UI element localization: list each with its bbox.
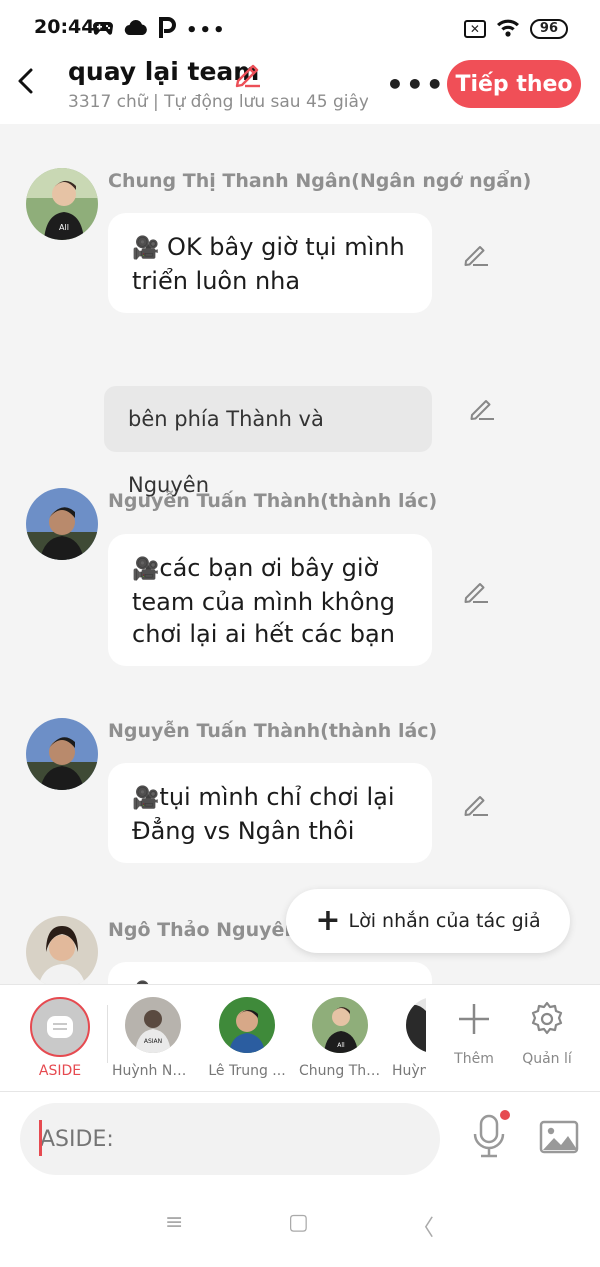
sim-off-icon: ✕ xyxy=(463,20,486,38)
message-bubble[interactable]: 🎥tụi mình chỉ chơi lại Đẳng vs Ngân thôi xyxy=(108,763,432,863)
avatar xyxy=(219,997,275,1053)
character-name: Nguyễn Tuấn Thành(thành lác) xyxy=(108,490,438,512)
aside-label: ASIDE xyxy=(38,1063,82,1079)
character-chip[interactable]: Lê Trung ... xyxy=(206,997,288,1079)
back-button[interactable] xyxy=(14,66,40,96)
notification-dot xyxy=(500,1110,510,1120)
message-bubble[interactable]: 🎥các bạn ơi bây giờ team của mình không … xyxy=(108,534,432,666)
svg-text:All: All xyxy=(337,1042,345,1049)
gear-icon xyxy=(529,1001,565,1037)
message-bubble[interactable]: 🎥 OK bây giờ tụi mình triển luôn nha xyxy=(108,213,432,313)
edit-message-icon[interactable] xyxy=(462,790,490,818)
character-label: Huỳnh Ng... xyxy=(112,1063,194,1079)
gamepad-icon xyxy=(92,20,114,42)
plus-icon xyxy=(456,1001,492,1037)
svg-text:ASIAN: ASIAN xyxy=(144,1038,162,1045)
text-caret xyxy=(39,1120,42,1156)
edit-message-icon[interactable] xyxy=(462,240,490,268)
avatar[interactable] xyxy=(26,916,98,984)
author-note-label: Lời nhắn của tác giả xyxy=(348,910,541,932)
p-app-icon xyxy=(158,16,176,46)
edit-message-icon[interactable] xyxy=(462,577,490,605)
next-button[interactable]: Tiếp theo xyxy=(447,60,581,108)
avatar xyxy=(406,997,426,1053)
back-nav-icon[interactable]: 〈 xyxy=(412,1210,434,1242)
character-label: Huỳnh xyxy=(392,1063,426,1079)
cloud-icon xyxy=(124,20,148,42)
camera-icon: 🎥 xyxy=(132,557,160,582)
camera-icon: 🎥 xyxy=(132,236,160,261)
edit-message-icon[interactable] xyxy=(468,394,496,422)
menu-icon[interactable]: ≡ xyxy=(165,1210,183,1235)
character-label: Lê Trung ... xyxy=(208,1063,286,1079)
battery-indicator: 96 xyxy=(529,19,568,39)
aside-bubble[interactable]: bên phía Thành và Nguyên xyxy=(104,386,432,497)
character-label: Chung Thị... xyxy=(299,1063,381,1079)
aside-text-input[interactable] xyxy=(20,1103,440,1175)
story-title[interactable]: quay lại team xyxy=(68,57,259,86)
story-chat: All Chung Thị Thanh Ngân(Ngân ngớ ngẩn) … xyxy=(0,124,600,984)
add-label: Thêm xyxy=(454,1051,494,1067)
more-notifications-icon: ••• xyxy=(186,20,227,41)
status-time: 20:44 xyxy=(34,16,95,38)
add-character-button[interactable]: Thêm xyxy=(444,997,504,1067)
manage-characters-button[interactable]: Quản lí xyxy=(517,997,577,1067)
avatar[interactable] xyxy=(26,488,98,560)
system-nav-bar: ≡ ▢ 〈 xyxy=(0,1188,600,1267)
character-name: Chung Thị Thanh Ngân(Ngân ngớ ngẩn) xyxy=(108,170,532,192)
aside-character-button[interactable] xyxy=(30,997,90,1057)
more-options-button[interactable]: ••• xyxy=(386,68,446,101)
image-icon[interactable] xyxy=(539,1120,579,1154)
character-name: Ngô Thảo Nguyên xyxy=(108,919,298,941)
character-bar: ASIDE ASIAN Huỳnh Ng... Lê Trung ... All… xyxy=(0,984,600,1092)
input-bar xyxy=(0,1092,600,1188)
message-bubble[interactable]: 🎥 xyxy=(108,962,432,984)
avatar[interactable] xyxy=(26,718,98,790)
word-count-autosave: 3317 chữ | Tự động lưu sau 45 giây xyxy=(68,92,368,112)
avatar: ASIAN xyxy=(125,997,181,1053)
aside-text: bên phía Thành và Nguyên xyxy=(128,407,324,497)
wifi-icon xyxy=(496,17,520,41)
edit-title-icon[interactable] xyxy=(233,58,263,88)
message-text: các bạn ơi bây giờ team của mình không c… xyxy=(132,554,395,648)
camera-icon: 🎥 xyxy=(132,786,160,811)
character-chip[interactable]: All Chung Thị... xyxy=(299,997,381,1079)
author-note-button[interactable]: + Lời nhắn của tác giả xyxy=(286,889,570,953)
character-name: Nguyễn Tuấn Thành(thành lác) xyxy=(108,720,438,742)
avatar[interactable]: All xyxy=(26,168,98,240)
home-icon[interactable]: ▢ xyxy=(288,1210,309,1235)
message-text: OK bây giờ tụi mình triển luôn nha xyxy=(132,233,405,295)
status-bar: 20:44 ••• ✕ 96 xyxy=(0,0,600,56)
avatar: All xyxy=(312,997,368,1053)
message-text: tụi mình chỉ chơi lại Đẳng vs Ngân thôi xyxy=(132,783,395,845)
plus-icon: + xyxy=(315,903,341,938)
manage-label: Quản lí xyxy=(522,1051,572,1067)
character-chip[interactable]: ASIAN Huỳnh Ng... xyxy=(112,997,194,1079)
aside-icon xyxy=(47,1016,73,1038)
character-chip[interactable]: Huỳnh xyxy=(392,997,426,1079)
microphone-icon[interactable] xyxy=(472,1114,506,1158)
svg-text:All: All xyxy=(59,223,69,232)
editor-header: quay lại team 3317 chữ | Tự động lưu sau… xyxy=(0,56,600,124)
